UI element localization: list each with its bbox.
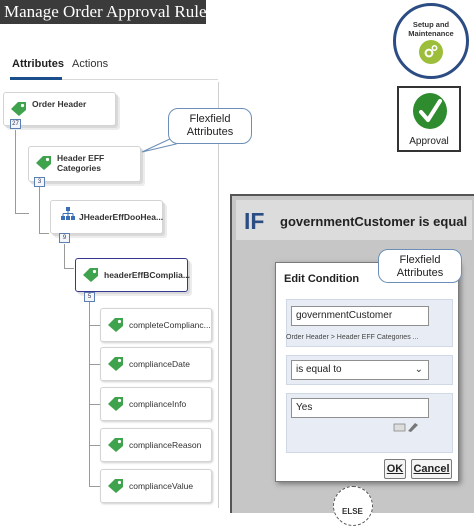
else-label: ELSE xyxy=(342,507,363,516)
tree-leaf-attribute[interactable]: complianceDate xyxy=(100,347,212,381)
tree-connector xyxy=(64,268,74,269)
leaf-label: complianceReason xyxy=(129,440,202,450)
tree-connector xyxy=(15,213,29,214)
checkmark-icon xyxy=(413,93,447,129)
value-field[interactable]: Yes xyxy=(291,398,429,418)
callout-flexfield-tree: Flexfield Attributes xyxy=(168,108,252,144)
hierarchy-icon xyxy=(61,207,75,220)
if-condition-bar: IF governmentCustomer is equal xyxy=(236,200,472,240)
value-section: Yes xyxy=(286,393,453,453)
tree-leaf-attribute[interactable]: complianceInfo xyxy=(100,387,212,421)
tree-connector xyxy=(39,233,49,234)
leaf-label: completeComplianc... xyxy=(129,320,211,330)
count-badge: 3 xyxy=(34,177,45,187)
if-keyword: IF xyxy=(244,208,265,234)
tree-node-headereffbcompliance[interactable]: headerEffBComplia... xyxy=(75,258,190,292)
leaf-label: complianceDate xyxy=(129,359,190,369)
tag-icon xyxy=(108,357,123,371)
tag-icon xyxy=(11,102,26,116)
gear-icon xyxy=(419,40,443,64)
tab-actions[interactable]: Actions xyxy=(72,58,108,70)
callout-text: Flexfield xyxy=(399,254,441,266)
attribute-field[interactable]: governmentCustomer xyxy=(291,306,429,326)
operator-value: is equal to xyxy=(296,364,342,375)
chevron-down-icon: ⌄ xyxy=(414,364,423,375)
approval-button[interactable]: Approval xyxy=(397,86,461,152)
callout-text: Flexfield xyxy=(189,113,231,125)
tag-icon xyxy=(83,268,98,282)
node-label: headerEffBComplia... xyxy=(104,270,190,280)
setup-label-line: Maintenance xyxy=(408,29,454,38)
operator-select[interactable]: is equal to ⌄ xyxy=(291,360,429,380)
node-label: Categories xyxy=(57,163,101,173)
operator-section: is equal to ⌄ xyxy=(286,355,453,385)
tree-connector xyxy=(89,486,100,487)
tree-connector xyxy=(89,445,100,446)
tag-icon xyxy=(108,318,123,332)
callout-flexfield-dialog: Flexfield Attributes xyxy=(378,249,462,283)
node-label: JHeaderEffDooHea... xyxy=(79,212,164,222)
attribute-path: Order Header > Header EFF Categories ... xyxy=(286,334,419,341)
tag-icon xyxy=(108,438,123,452)
tree-connector xyxy=(15,124,16,214)
else-branch-marker[interactable]: ELSE xyxy=(333,486,373,526)
active-tab-indicator xyxy=(10,77,62,80)
tab-attributes[interactable]: Attributes xyxy=(12,58,64,70)
setup-label-line: Setup and xyxy=(412,20,450,29)
callout-text: Attributes xyxy=(186,126,234,138)
tree-connector xyxy=(89,404,100,405)
page-title: Manage Order Approval Rules xyxy=(0,0,206,24)
tag-icon xyxy=(36,156,51,170)
tree-connector xyxy=(89,299,90,487)
cancel-button[interactable]: Cancel xyxy=(411,459,452,479)
tree-leaf-attribute[interactable]: complianceValue xyxy=(100,469,212,503)
tree-leaf-attribute[interactable]: completeComplianc... xyxy=(100,308,212,342)
count-badge: 9 xyxy=(59,233,70,243)
tree-node-jheadereffdoo[interactable]: JHeaderEffDooHea... xyxy=(50,200,163,234)
ok-button[interactable]: OK xyxy=(384,459,406,479)
node-label: Header EFF xyxy=(57,153,105,163)
leaf-label: complianceInfo xyxy=(129,399,187,409)
condition-summary[interactable]: governmentCustomer is equal xyxy=(280,214,467,229)
tab-bar: Attributes Actions xyxy=(10,58,218,80)
tag-icon xyxy=(108,397,123,411)
count-badge: 5 xyxy=(84,292,95,302)
tag-icon xyxy=(108,479,123,493)
setup-maintenance-icon[interactable]: Setup and Maintenance xyxy=(393,3,469,79)
dialog-title: Edit Condition xyxy=(284,273,360,285)
tree-connector xyxy=(89,325,100,326)
tree-connector xyxy=(89,364,100,365)
approval-label: Approval xyxy=(409,136,449,147)
tree-leaf-attribute[interactable]: complianceReason xyxy=(100,428,212,462)
leaf-label: complianceValue xyxy=(129,481,194,491)
keyboard-edit-icon[interactable] xyxy=(393,421,419,433)
node-label: Order Header xyxy=(32,99,87,109)
tree-connector xyxy=(64,244,65,269)
attribute-tree: Order Header 27 Header EFF Categories 3 … xyxy=(1,82,219,508)
edit-condition-dialog: Edit Condition governmentCustomer is equ… xyxy=(275,262,459,482)
callout-text: Attributes xyxy=(396,267,444,279)
count-badge: 27 xyxy=(10,119,21,129)
setup-label: Setup and Maintenance xyxy=(396,20,466,38)
